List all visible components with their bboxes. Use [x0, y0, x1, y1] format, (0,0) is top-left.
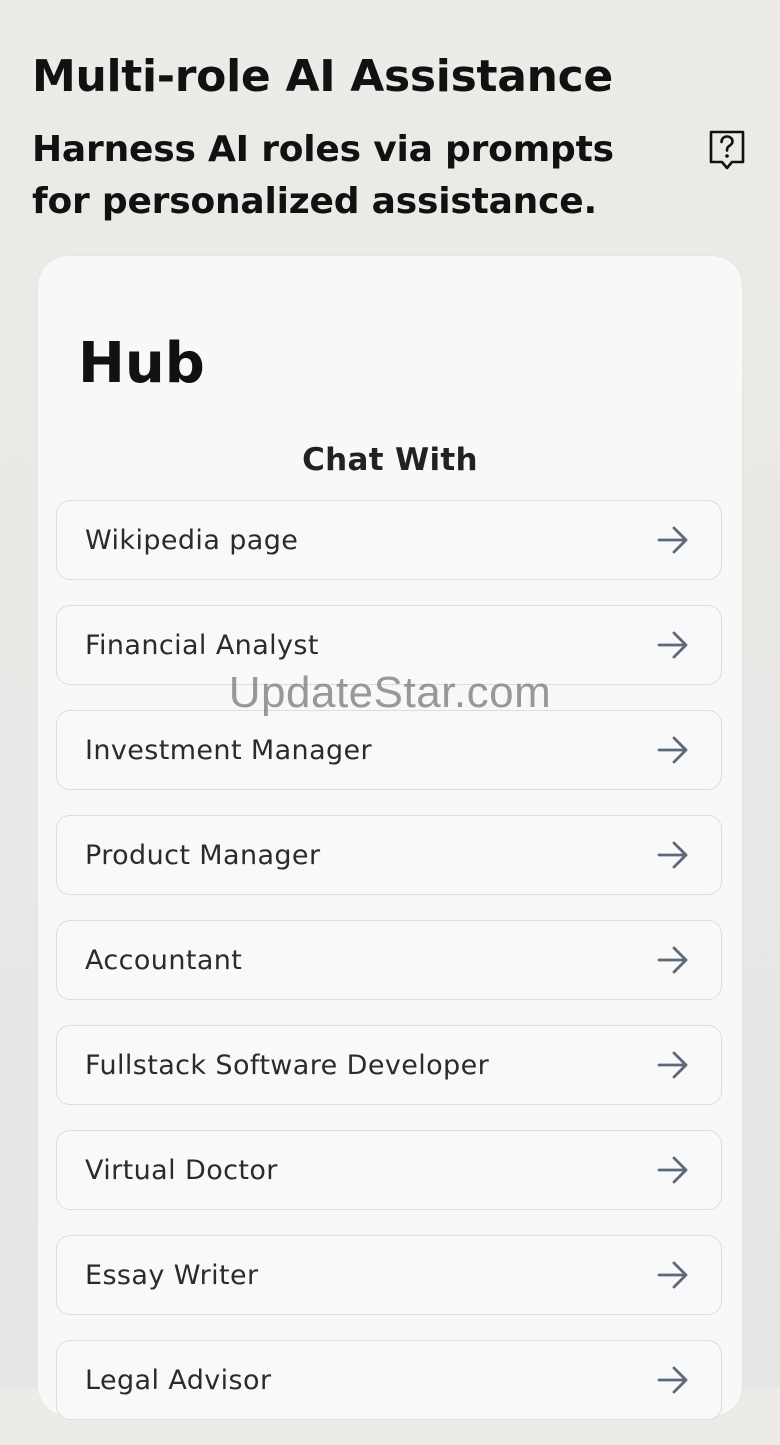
role-item-label: Financial Analyst	[85, 629, 319, 661]
role-item-label: Virtual Doctor	[85, 1154, 278, 1186]
role-item-financial-analyst[interactable]: Financial Analyst	[56, 605, 722, 685]
hub-card: Hub Chat With Wikipedia page Financial A…	[38, 256, 742, 1420]
chat-with-label: Chat With	[302, 442, 478, 478]
arrow-right-icon	[655, 732, 691, 768]
role-item-label: Accountant	[85, 944, 243, 976]
role-list: Wikipedia page Financial Analyst Investm…	[56, 500, 722, 1445]
arrow-right-icon	[655, 837, 691, 873]
help-bubble-question-icon	[709, 130, 745, 170]
role-item-label: Investment Manager	[85, 734, 373, 766]
arrow-right-icon	[655, 1362, 691, 1398]
arrow-right-icon	[655, 942, 691, 978]
role-item-legal-advisor[interactable]: Legal Advisor	[56, 1340, 722, 1420]
role-item-product-manager[interactable]: Product Manager	[56, 815, 722, 895]
role-item-label: Fullstack Software Developer	[85, 1049, 490, 1081]
hub-title: Hub	[78, 331, 205, 396]
role-item-label: Product Manager	[85, 839, 321, 871]
page-subtitle: Harness AI roles via prompts for persona…	[32, 129, 614, 222]
arrow-right-icon	[655, 522, 691, 558]
role-item-label: Legal Advisor	[85, 1364, 272, 1396]
role-item-investment-manager[interactable]: Investment Manager	[56, 710, 722, 790]
role-item-virtual-doctor[interactable]: Virtual Doctor	[56, 1130, 722, 1210]
arrow-right-icon	[655, 627, 691, 663]
arrow-right-icon	[655, 1047, 691, 1083]
role-item-accountant[interactable]: Accountant	[56, 920, 722, 1000]
role-item-wikipedia-page[interactable]: Wikipedia page	[56, 500, 722, 580]
arrow-right-icon	[655, 1257, 691, 1293]
role-item-label: Wikipedia page	[85, 524, 299, 556]
role-item-fullstack-software-developer[interactable]: Fullstack Software Developer	[56, 1025, 722, 1105]
arrow-right-icon	[655, 1152, 691, 1188]
page-title: Multi-role AI Assistance	[32, 51, 613, 102]
role-item-label: Essay Writer	[85, 1259, 259, 1291]
help-button[interactable]	[704, 128, 750, 174]
role-item-essay-writer[interactable]: Essay Writer	[56, 1235, 722, 1315]
